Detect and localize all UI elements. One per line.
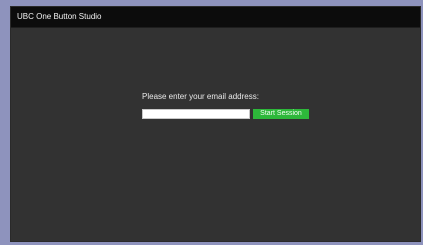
title-bar: UBC One Button Studio <box>11 7 420 28</box>
window-title: UBC One Button Studio <box>17 12 102 21</box>
app-window: UBC One Button Studio Please enter your … <box>10 6 421 242</box>
start-session-button[interactable]: Start Session <box>253 109 309 119</box>
email-prompt-label: Please enter your email address: <box>142 92 259 101</box>
email-field[interactable] <box>142 109 250 119</box>
